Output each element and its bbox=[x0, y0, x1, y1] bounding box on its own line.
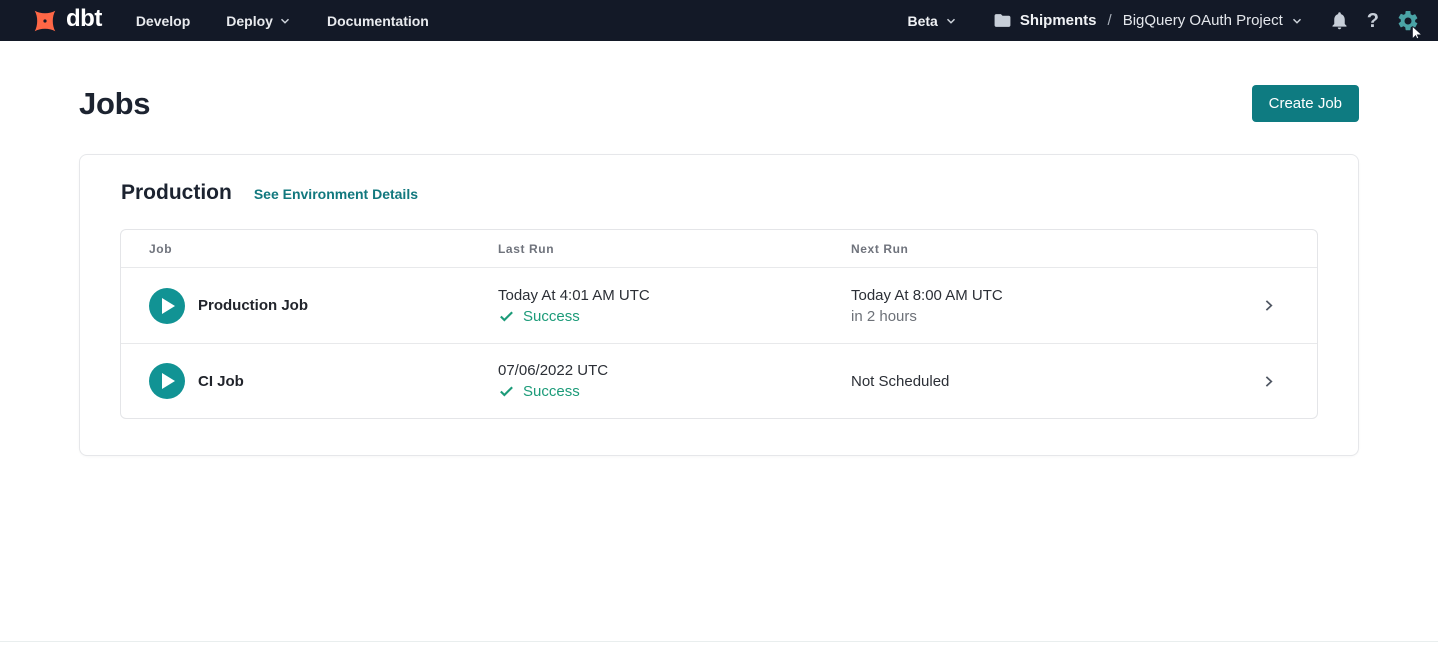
nav-develop-label: Develop bbox=[136, 13, 190, 29]
last-run-cell: 07/06/2022 UTC Success bbox=[498, 362, 851, 400]
mouse-cursor-icon bbox=[1409, 25, 1424, 40]
breadcrumb: Shipments / BigQuery OAuth Project bbox=[993, 11, 1303, 30]
last-run-status: Success bbox=[498, 383, 851, 400]
breadcrumb-separator: / bbox=[1108, 12, 1112, 29]
chevron-down-icon bbox=[945, 15, 957, 27]
nav-develop[interactable]: Develop bbox=[136, 13, 190, 29]
status-badge: Success bbox=[523, 308, 580, 325]
run-job-button[interactable] bbox=[149, 363, 185, 399]
create-job-button[interactable]: Create Job bbox=[1252, 85, 1359, 122]
job-name[interactable]: CI Job bbox=[198, 373, 244, 390]
nav-documentation[interactable]: Documentation bbox=[327, 13, 429, 29]
next-run-relative: in 2 hours bbox=[851, 308, 1237, 325]
page-title: Jobs bbox=[79, 86, 150, 122]
row-actions bbox=[1237, 297, 1299, 314]
page-header: Jobs Create Job bbox=[79, 85, 1359, 122]
column-header-last-run: Last Run bbox=[498, 242, 851, 256]
nav-deploy-label: Deploy bbox=[226, 13, 273, 29]
chevron-down-icon bbox=[279, 15, 291, 27]
jobs-table: Job Last Run Next Run Production Job Tod… bbox=[120, 229, 1318, 419]
navbar-right: Beta Shipments / BigQuery OAuth Project … bbox=[907, 9, 1420, 33]
breadcrumb-environment[interactable]: BigQuery OAuth Project bbox=[1123, 12, 1283, 29]
primary-nav: Develop Deploy Documentation bbox=[136, 13, 429, 29]
next-run-time: Today At 8:00 AM UTC bbox=[851, 287, 1237, 304]
settings-gear-button[interactable] bbox=[1396, 9, 1420, 33]
next-run-time: Not Scheduled bbox=[851, 373, 1237, 390]
page-bottom-divider bbox=[0, 641, 1438, 642]
run-job-button[interactable] bbox=[149, 288, 185, 324]
beta-label: Beta bbox=[907, 13, 937, 29]
dbt-logo-text: dbt bbox=[66, 7, 102, 34]
help-icon[interactable]: ? bbox=[1367, 11, 1379, 31]
last-run-time: Today At 4:01 AM UTC bbox=[498, 287, 851, 304]
column-header-job: Job bbox=[149, 242, 498, 256]
last-run-cell: Today At 4:01 AM UTC Success bbox=[498, 287, 851, 325]
notifications-bell-icon[interactable] bbox=[1329, 10, 1350, 31]
last-run-time: 07/06/2022 UTC bbox=[498, 362, 851, 379]
main-content: Jobs Create Job Production See Environme… bbox=[0, 85, 1438, 456]
table-row-production-job[interactable]: Production Job Today At 4:01 AM UTC Succ… bbox=[121, 268, 1317, 343]
folder-icon bbox=[993, 11, 1012, 30]
job-cell: Production Job bbox=[149, 288, 498, 324]
play-icon bbox=[162, 298, 175, 314]
play-icon bbox=[162, 373, 175, 389]
table-row-ci-job[interactable]: CI Job 07/06/2022 UTC Success Not Schedu… bbox=[121, 343, 1317, 418]
next-run-cell: Today At 8:00 AM UTC in 2 hours bbox=[851, 287, 1237, 325]
status-badge: Success bbox=[523, 383, 580, 400]
column-header-next-run: Next Run bbox=[851, 242, 1237, 256]
last-run-status: Success bbox=[498, 308, 851, 325]
breadcrumb-project[interactable]: Shipments bbox=[1020, 12, 1097, 29]
environment-card: Production See Environment Details Job L… bbox=[79, 154, 1359, 456]
environment-card-header: Production See Environment Details bbox=[120, 181, 1318, 205]
job-name[interactable]: Production Job bbox=[198, 297, 308, 314]
dbt-logo[interactable]: dbt bbox=[30, 6, 102, 36]
next-run-cell: Not Scheduled bbox=[851, 373, 1237, 390]
nav-documentation-label: Documentation bbox=[327, 13, 429, 29]
dbt-logo-icon bbox=[30, 6, 60, 36]
chevron-right-icon[interactable] bbox=[1260, 373, 1277, 390]
job-cell: CI Job bbox=[149, 363, 498, 399]
top-navbar: dbt Develop Deploy Documentation Beta Sh… bbox=[0, 0, 1438, 41]
nav-deploy[interactable]: Deploy bbox=[226, 13, 291, 29]
navbar-icons: ? bbox=[1329, 9, 1420, 33]
environment-title: Production bbox=[121, 181, 232, 205]
beta-dropdown[interactable]: Beta bbox=[907, 13, 956, 29]
chevron-right-icon[interactable] bbox=[1260, 297, 1277, 314]
check-icon bbox=[498, 308, 515, 325]
check-icon bbox=[498, 383, 515, 400]
see-environment-details-link[interactable]: See Environment Details bbox=[254, 186, 418, 202]
row-actions bbox=[1237, 373, 1299, 390]
chevron-down-icon[interactable] bbox=[1291, 15, 1303, 27]
jobs-table-header: Job Last Run Next Run bbox=[121, 230, 1317, 268]
